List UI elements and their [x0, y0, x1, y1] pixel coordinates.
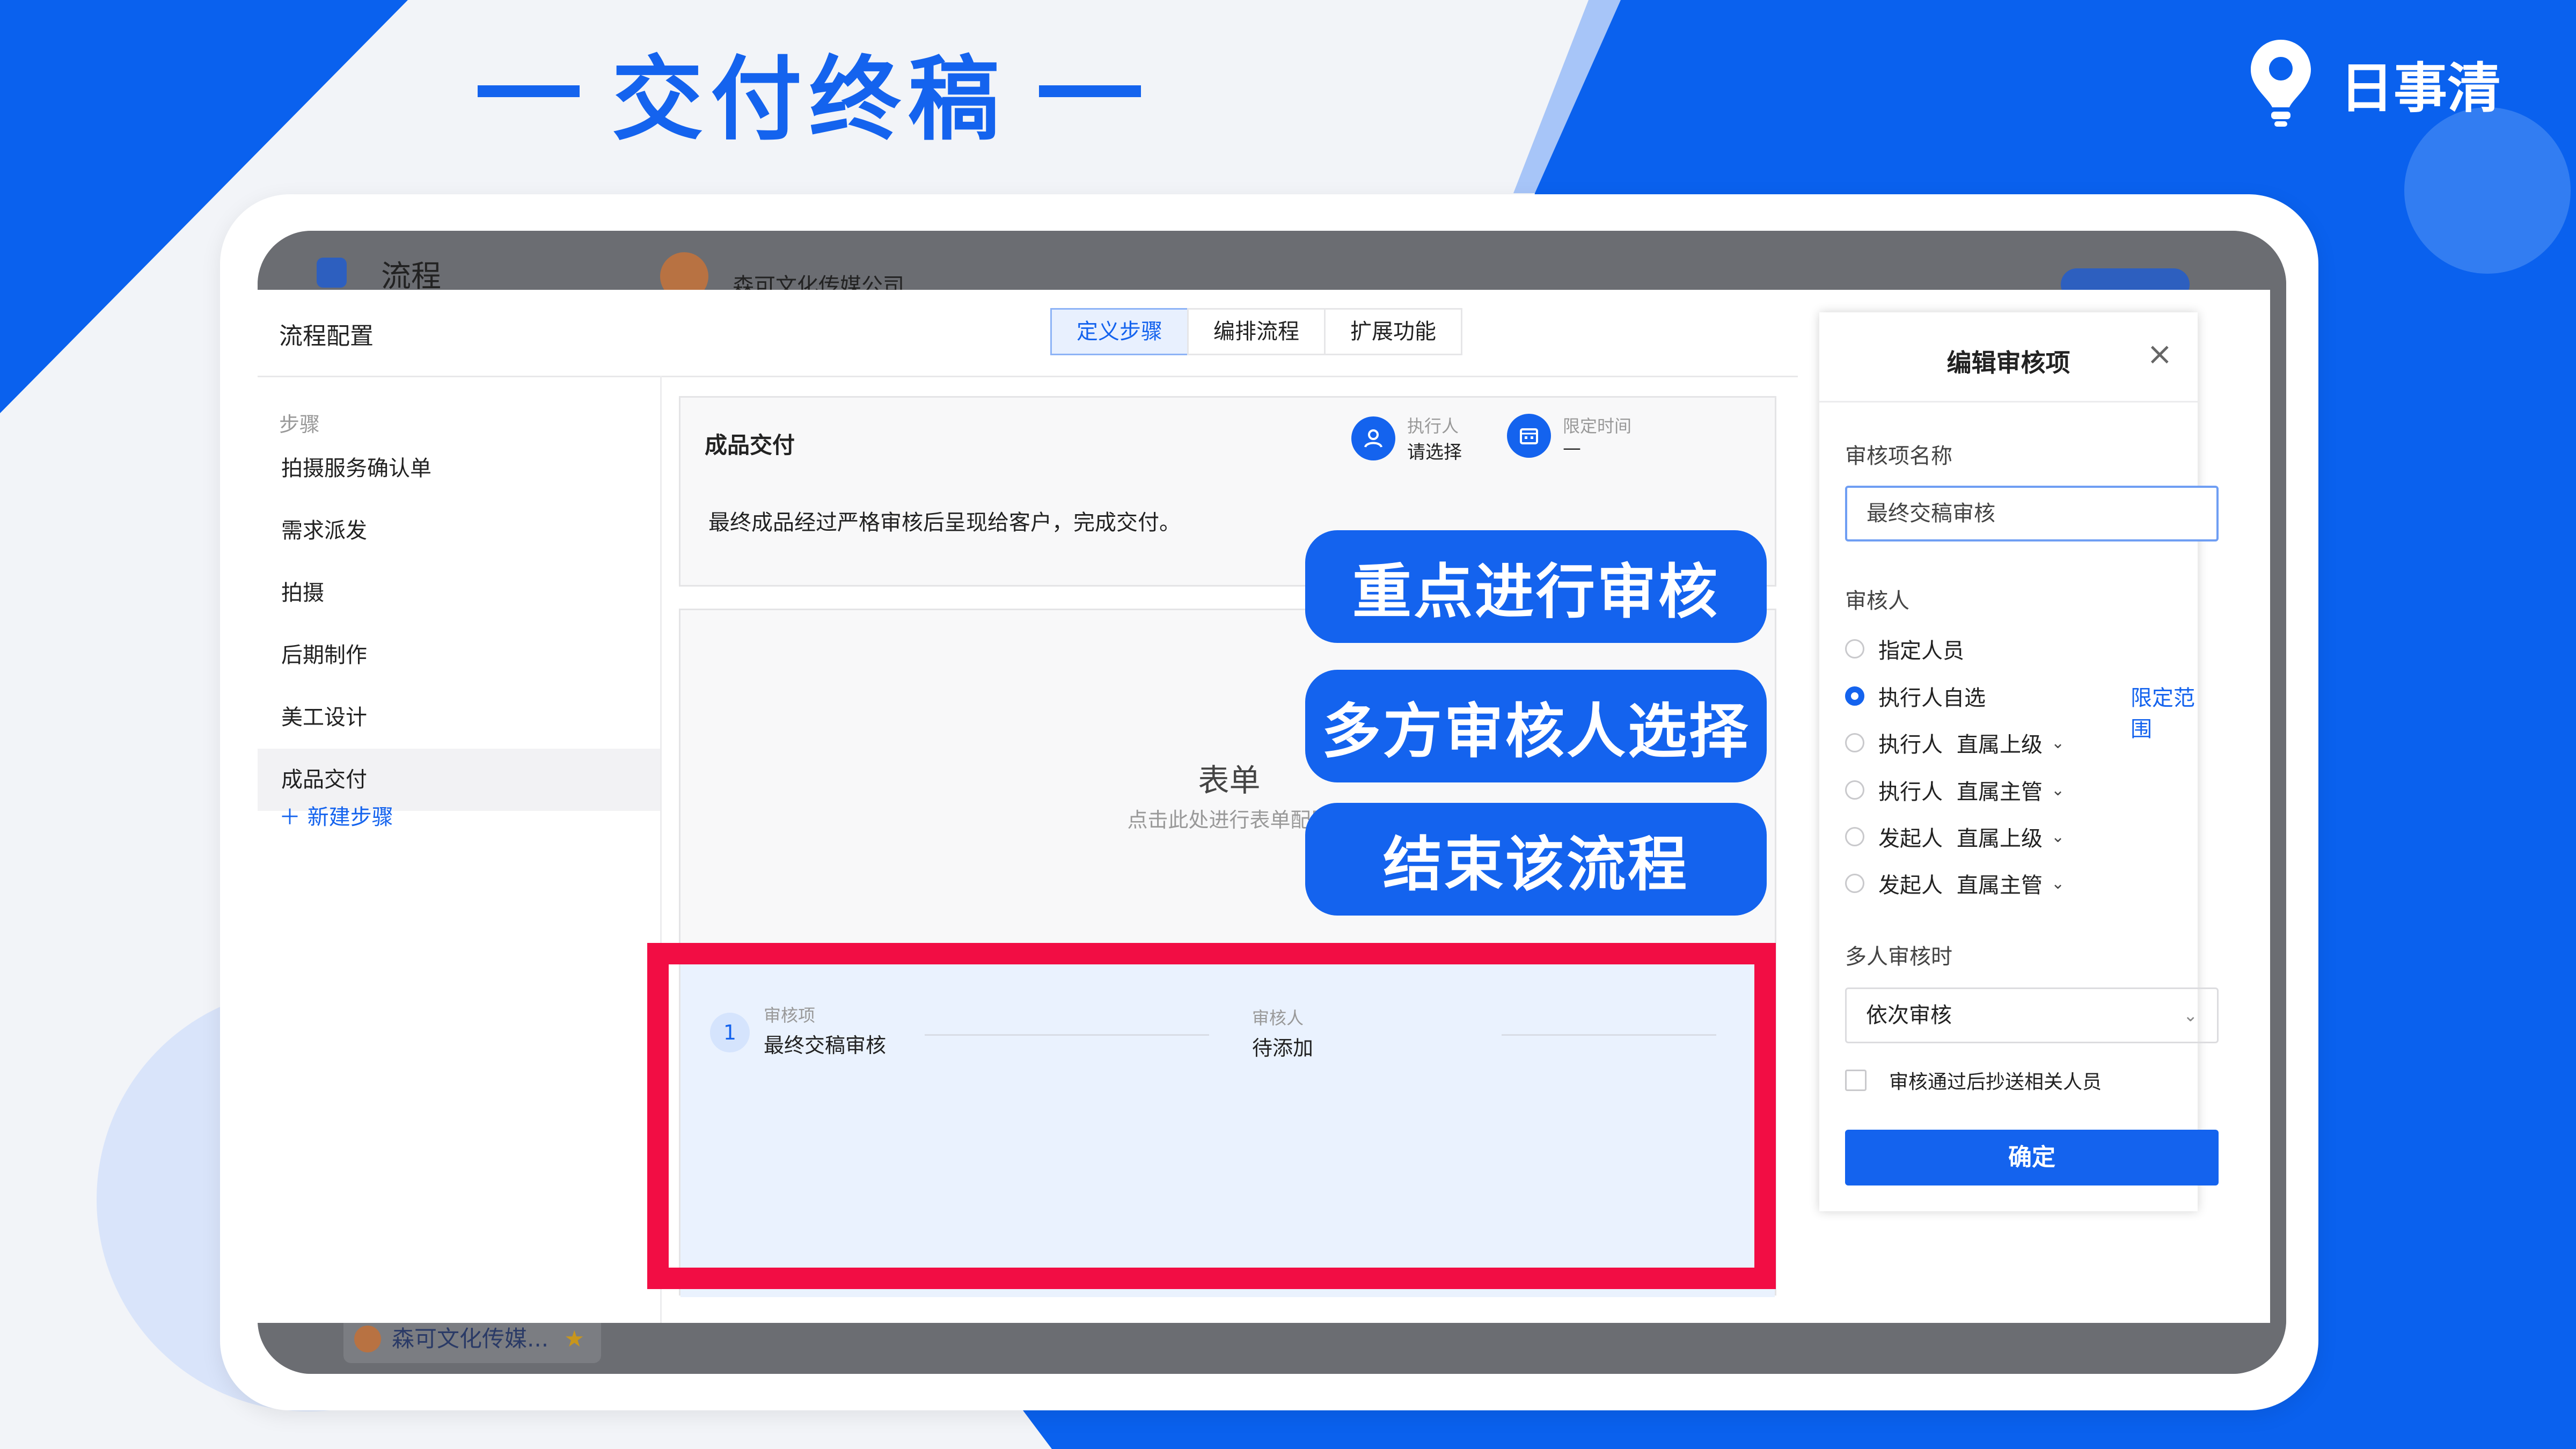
step-name: 成品交付	[705, 432, 795, 458]
dimmed-right-edge	[2270, 290, 2286, 1320]
executor-field[interactable]: 执行人 请选择	[1351, 413, 1462, 464]
limit-range-link[interactable]: 限定范围	[2131, 680, 2198, 743]
checkbox-box	[1845, 1070, 1867, 1091]
close-icon[interactable]: ×	[2147, 338, 2173, 369]
panel-header: 编辑审核项 ×	[1819, 312, 2198, 402]
step-description: 最终成品经过严格审核后呈现给客户，完成交付。	[708, 510, 1181, 535]
company-dot	[354, 1326, 381, 1352]
dimmed-nav-title: 流程	[381, 259, 441, 294]
sidebar-item-dispatch[interactable]: 需求派发	[258, 500, 660, 562]
slide-title: 交付终稿	[445, 38, 1173, 153]
tab-arrange-flow[interactable]: 编排流程	[1187, 308, 1326, 355]
radio-executor-choose[interactable]: 执行人自选	[1845, 680, 1986, 712]
radio-circle	[1845, 874, 1864, 893]
confirm-button[interactable]: 确定	[1845, 1130, 2219, 1185]
radio-circle	[1845, 639, 1864, 658]
brand-name: 日事清	[2340, 56, 2501, 120]
sidebar-item-shoot-confirm[interactable]: 拍摄服务确认单	[258, 437, 660, 500]
panel-reviewer-label: 审核人	[1845, 589, 1909, 613]
deadline-field[interactable]: 限定时间 —	[1507, 413, 1631, 459]
radio-label: 执行人	[1878, 733, 1943, 757]
radio-circle-selected	[1845, 686, 1864, 706]
new-step-button[interactable]: ＋ 新建步骤	[279, 800, 393, 831]
radio-specified-person[interactable]: 指定人员	[1845, 633, 1964, 664]
dimmed-app-header: 流程 森可文化传媒公司	[258, 231, 2286, 301]
slide-title-text: 交付终稿	[612, 47, 1007, 153]
new-step-label: 新建步骤	[307, 805, 393, 830]
review-name-label: 审核项名称	[1845, 444, 1952, 469]
cc-checkbox[interactable]: 审核通过后抄送相关人员	[1845, 1066, 2102, 1094]
radio-circle	[1845, 780, 1864, 800]
steps-label: 步骤	[279, 413, 320, 436]
radio-label: 发起人	[1878, 826, 1943, 851]
cc-label: 审核通过后抄送相关人员	[1889, 1071, 2102, 1093]
config-tabs: 定义步骤 编排流程 扩展功能	[1050, 308, 1462, 355]
radio-sub-label: 直属主管	[1957, 780, 2043, 804]
tab-extensions[interactable]: 扩展功能	[1324, 308, 1462, 355]
title-dash-left	[478, 85, 580, 97]
radio-circle	[1845, 733, 1864, 752]
radio-sub-label: 直属上级	[1957, 733, 2043, 757]
deadline-label: 限定时间	[1563, 416, 1632, 436]
plus-icon: ＋	[279, 805, 301, 830]
brand-logo: 日事清	[2249, 38, 2501, 129]
deadline-value: —	[1563, 437, 1581, 459]
chevron-down-icon: ⌄	[2183, 1005, 2198, 1026]
dimmed-chip-text: 森可文化传媒...	[392, 1326, 549, 1352]
background-circle-right	[2404, 107, 2571, 274]
title-dash-right	[1039, 85, 1141, 97]
multi-review-select[interactable]: 依次审核 ⌄	[1845, 987, 2219, 1043]
chevron-down-icon[interactable]: ⌄	[2051, 828, 2065, 846]
tab-define-steps[interactable]: 定义步骤	[1050, 308, 1189, 355]
window-title: 流程配置	[279, 323, 374, 350]
app-icon	[317, 258, 347, 288]
sidebar-item-shoot[interactable]: 拍摄	[258, 562, 660, 624]
multi-review-label: 多人审核时	[1845, 945, 1952, 969]
panel-title: 编辑审核项	[1946, 348, 2070, 377]
chevron-down-icon[interactable]: ⌄	[2051, 874, 2065, 893]
chevron-down-icon[interactable]: ⌄	[2051, 781, 2065, 800]
callout-key-review: 重点进行审核	[1305, 530, 1767, 643]
executor-label: 执行人	[1407, 416, 1459, 436]
radio-circle	[1845, 827, 1864, 846]
edit-review-panel: 编辑审核项 × 审核项名称 最终交稿审核 审核人 指定人员 执行人自选 限定范围…	[1819, 312, 2219, 1211]
steps-sidebar: 步骤 拍摄服务确认单 需求派发 拍摄 后期制作 美工设计 成品交付 ＋ 新建步骤	[258, 376, 662, 1323]
location-pin-icon	[2251, 40, 2311, 127]
chevron-down-icon[interactable]: ⌄	[2051, 734, 2065, 752]
radio-sub-label: 直属主管	[1957, 873, 2043, 898]
callout-end-flow: 结束该流程	[1305, 803, 1767, 916]
radio-executor-superior[interactable]: 执行人 直属上级 ⌄	[1845, 727, 2065, 758]
radio-executor-manager[interactable]: 执行人 直属主管 ⌄	[1845, 774, 2065, 806]
executor-value: 请选择	[1407, 442, 1462, 463]
highlight-frame	[647, 943, 1776, 1289]
window-header: 流程配置 定义步骤 编排流程 扩展功能	[258, 290, 1798, 377]
radio-label: 执行人自选	[1878, 686, 1986, 711]
radio-label: 执行人	[1878, 780, 1943, 804]
sidebar-item-design[interactable]: 美工设计	[258, 686, 660, 749]
radio-initiator-manager[interactable]: 发起人 直属主管 ⌄	[1845, 868, 2065, 899]
radio-initiator-superior[interactable]: 发起人 直属上级 ⌄	[1845, 821, 2065, 852]
radio-label: 指定人员	[1878, 639, 1964, 663]
user-icon	[1351, 416, 1395, 460]
sidebar-item-post-production[interactable]: 后期制作	[258, 624, 660, 686]
review-name-input[interactable]: 最终交稿审核	[1845, 486, 2219, 541]
calendar-icon	[1507, 414, 1551, 458]
radio-label: 发起人	[1878, 873, 1943, 898]
multi-review-value: 依次审核	[1866, 1003, 1952, 1028]
callout-multi-reviewer: 多方审核人选择	[1305, 670, 1767, 782]
radio-sub-label: 直属上级	[1957, 826, 2043, 851]
star-icon: ★	[564, 1326, 585, 1352]
